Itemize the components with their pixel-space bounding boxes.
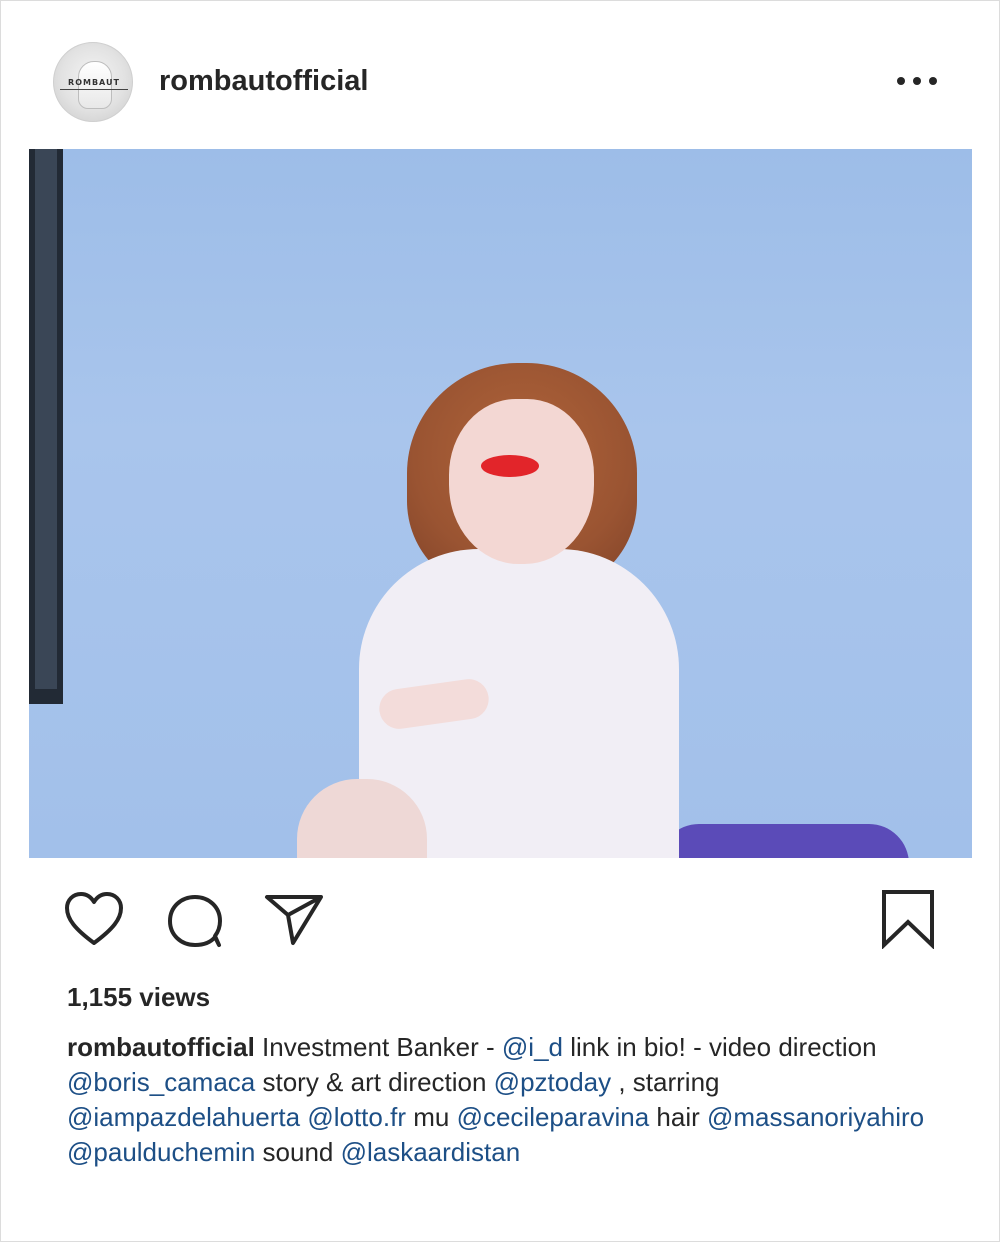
- caption-text: hair: [649, 1102, 707, 1132]
- avatar-logo-text: ROMBAUT: [60, 77, 128, 90]
- mention-link[interactable]: @iampazdelahuerta: [67, 1102, 300, 1132]
- mention-link[interactable]: @cecileparavina: [457, 1102, 650, 1132]
- post-caption: rombautofficial Investment Banker - @i_d…: [67, 1030, 947, 1170]
- caption-text: sound: [255, 1137, 341, 1167]
- caption-text: story & art direction: [255, 1067, 494, 1097]
- post-card: ROMBAUT rombautofficial 1,155 views romb…: [0, 0, 1000, 1242]
- mention-link[interactable]: @pztoday: [494, 1067, 611, 1097]
- mention-link[interactable]: @massanoriyahiro: [707, 1102, 924, 1132]
- view-count: 1,155 views: [67, 982, 211, 1012]
- caption-text: mu: [405, 1102, 457, 1132]
- mention-link[interactable]: @laskaardistan: [341, 1137, 521, 1167]
- caption-text: Investment Banker -: [254, 1032, 502, 1062]
- profile-avatar[interactable]: ROMBAUT: [53, 42, 133, 122]
- paper-plane-icon[interactable]: [263, 891, 325, 947]
- mention-link[interactable]: @boris_camaca: [67, 1067, 255, 1097]
- video-subject: [29, 149, 972, 858]
- mention-link[interactable]: @paulduchemin: [67, 1137, 255, 1167]
- mention-link[interactable]: @i_d: [502, 1032, 563, 1062]
- caption-username[interactable]: rombautofficial: [67, 1032, 255, 1062]
- bookmark-icon[interactable]: [881, 889, 935, 949]
- caption-text: link in bio! - video direction: [563, 1032, 877, 1062]
- heart-icon[interactable]: [63, 891, 125, 947]
- post-username[interactable]: rombautofficial: [159, 63, 368, 99]
- mention-link[interactable]: @lotto.fr: [307, 1102, 406, 1132]
- more-options-icon[interactable]: [891, 67, 943, 95]
- comment-icon[interactable]: [166, 893, 224, 949]
- post-video[interactable]: [29, 149, 972, 858]
- caption-text: , starring: [611, 1067, 720, 1097]
